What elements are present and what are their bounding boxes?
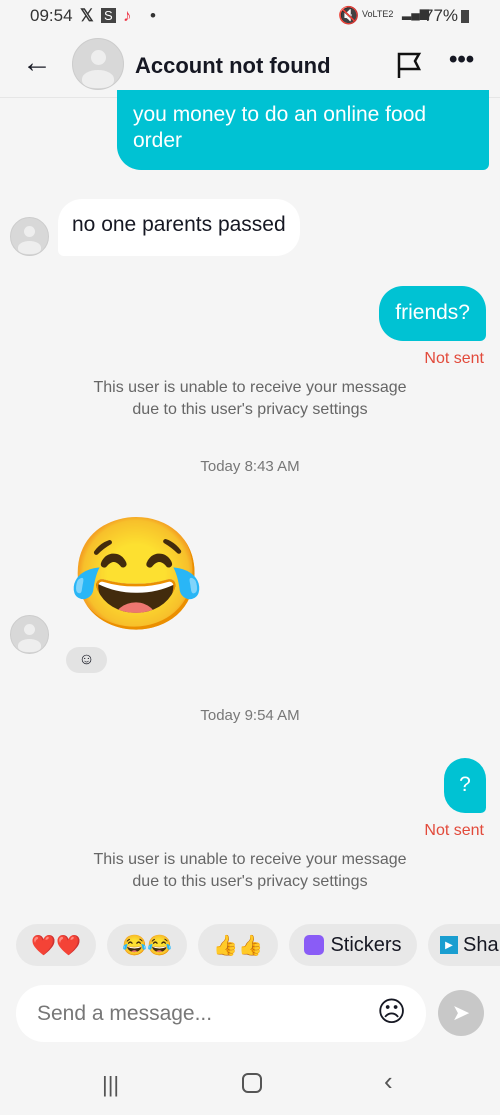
message-bubble-out[interactable]: friends? — [379, 286, 486, 341]
send-button[interactable]: ➤ — [438, 990, 484, 1036]
sticker-face-icon[interactable]: ☹ — [377, 995, 406, 1028]
status-bar: 09:54 𝕏 S ♪ • 🔇 VoLTE2 ▂▄▆ 77% — [0, 6, 500, 30]
add-reaction-icon[interactable]: ☺ — [66, 647, 107, 673]
sticker-icon — [304, 935, 325, 955]
stickers-label: Stickers — [330, 933, 402, 956]
notice-line: due to this user's privacy settings — [132, 401, 368, 418]
notice-line: due to this user's privacy settings — [132, 873, 368, 890]
dot-icon: • — [150, 6, 156, 25]
share-label: Sha — [463, 933, 499, 956]
battery-icon — [461, 10, 469, 23]
mute-icon: 🔇 — [338, 6, 360, 25]
message-bubble-in[interactable]: no one parents passed — [58, 199, 300, 256]
timestamp: Today 8:43 AM — [200, 458, 300, 475]
emoji-message[interactable]: 😂 — [68, 510, 205, 640]
not-sent-label[interactable]: Not sent — [424, 350, 484, 368]
play-icon: ▶ — [440, 936, 458, 954]
avatar[interactable] — [10, 615, 49, 654]
s-app-icon: S — [101, 8, 116, 23]
input-placeholder: Send a message... — [37, 1002, 213, 1025]
message-bubble-out[interactable]: ? — [444, 758, 486, 813]
network-label: VoLTE2 — [362, 9, 394, 19]
more-icon[interactable]: ••• — [449, 46, 474, 74]
notice-line: This user is unable to receive your mess… — [93, 851, 407, 868]
timestamp: Today 9:54 AM — [200, 707, 300, 724]
tiktok-icon: ♪ — [123, 6, 132, 25]
quick-reply-thumbs[interactable]: 👍👍 — [198, 924, 278, 966]
recent-apps-button[interactable]: ||| — [102, 1072, 119, 1098]
privacy-notice: This user is unable to receive your mess… — [0, 377, 500, 421]
not-sent-label[interactable]: Not sent — [424, 822, 484, 840]
message-input[interactable]: Send a message... ☹ — [16, 985, 426, 1042]
notice-line: This user is unable to receive your mess… — [93, 379, 407, 396]
page-title: Account not found — [135, 53, 331, 78]
quick-reply-laugh[interactable]: 😂😂 — [107, 924, 187, 966]
share-button[interactable]: ▶ Sha — [428, 924, 500, 966]
flag-icon[interactable] — [396, 50, 424, 80]
battery-level: 77% — [424, 6, 459, 25]
avatar[interactable] — [72, 38, 124, 90]
clock: 09:54 — [30, 6, 73, 25]
quick-reply-hearts[interactable]: ❤️❤️ — [16, 924, 96, 966]
privacy-notice: This user is unable to receive your mess… — [0, 849, 500, 893]
home-button[interactable] — [242, 1073, 262, 1093]
chat-header: ← Account not found ••• — [0, 34, 500, 98]
back-nav-button[interactable]: ‹ — [384, 1066, 393, 1097]
message-bubble-out[interactable]: you money to do an online food order — [117, 90, 489, 170]
stickers-button[interactable]: Stickers — [289, 924, 417, 966]
avatar[interactable] — [10, 217, 49, 256]
x-icon: 𝕏 — [80, 6, 94, 25]
back-arrow-icon[interactable]: ← — [22, 48, 52, 78]
